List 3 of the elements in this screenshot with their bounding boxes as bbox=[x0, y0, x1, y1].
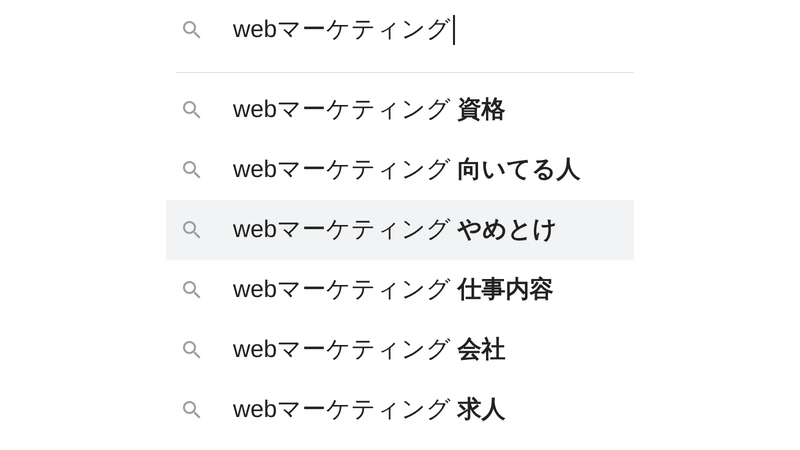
search-field[interactable]: webマーケティング bbox=[180, 7, 634, 53]
suggestion-item[interactable]: webマーケティング やめとけ bbox=[166, 200, 634, 260]
text-cursor bbox=[453, 15, 455, 45]
